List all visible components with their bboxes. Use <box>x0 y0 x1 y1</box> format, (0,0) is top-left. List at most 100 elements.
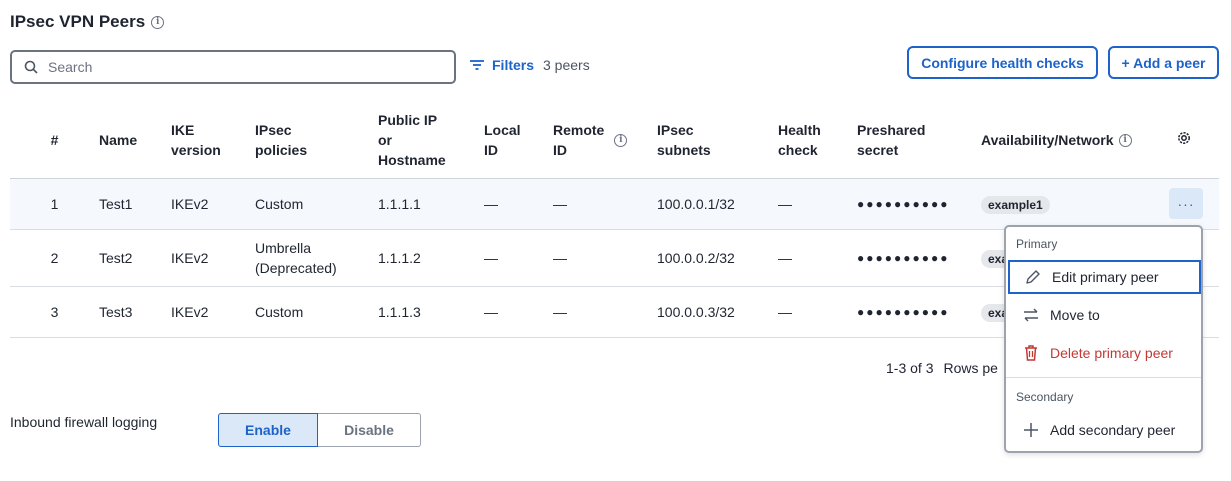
cell-health: — <box>778 229 857 287</box>
delete-primary-peer-label: Delete primary peer <box>1050 345 1173 361</box>
col-header-secret-l2: secret <box>857 142 899 159</box>
search-icon <box>22 58 40 76</box>
menu-section-secondary: Secondary <box>1016 390 1074 404</box>
cell-remote-id: — <box>553 286 657 338</box>
cell-local-id: — <box>484 229 553 287</box>
col-header-local-id[interactable]: Local ID <box>484 103 553 179</box>
col-header-ipsec-policies-l1: IPsec <box>255 122 292 139</box>
cell-remote-id: — <box>553 229 657 287</box>
cell-secret: ●●●●●●●●●● <box>857 178 981 230</box>
cell-policies-l1: Custom <box>255 195 304 212</box>
col-header-availability-text: Availability/Network <box>981 132 1114 149</box>
search-box[interactable] <box>10 50 456 84</box>
cell-subnets: 100.0.0.2/32 <box>657 229 778 287</box>
col-header-ike[interactable]: IKE version <box>171 103 255 179</box>
cell-subnets: 100.0.0.1/32 <box>657 178 778 230</box>
add-secondary-peer-item[interactable]: Add secondary peer <box>1008 413 1201 447</box>
col-header-name[interactable]: Name <box>99 103 171 179</box>
col-header-public-ip-l1: Public IP <box>378 112 438 129</box>
add-peer-button[interactable]: + Add a peer <box>1108 46 1219 79</box>
col-header-ipsec-policies-l2: policies <box>255 142 308 159</box>
cell-ike: IKEv2 <box>171 229 255 287</box>
add-secondary-peer-label: Add secondary peer <box>1050 422 1176 438</box>
cell-subnets: 100.0.0.3/32 <box>657 286 778 338</box>
cell-name: Test1 <box>99 178 171 230</box>
col-header-ike-l2: version <box>171 142 221 159</box>
network-chip: example1 <box>981 195 1050 214</box>
cell-actions: ··· <box>1169 178 1219 230</box>
col-header-local-id-l1: Local <box>484 122 521 139</box>
peer-count: 3 peers <box>543 57 590 73</box>
filter-icon <box>468 56 486 74</box>
menu-divider <box>1006 377 1201 378</box>
col-header-public-ip[interactable]: Public IP or Hostname <box>378 103 484 179</box>
trash-icon <box>1022 344 1040 362</box>
cell-remote-id: — <box>553 178 657 230</box>
col-header-public-ip-l2: or <box>378 132 392 149</box>
page-title-text: IPsec VPN Peers <box>10 12 146 31</box>
cell-public-ip: 1.1.1.2 <box>378 229 484 287</box>
cell-num: 2 <box>10 229 99 287</box>
col-header-ike-l1: IKE <box>171 122 195 139</box>
move-to-label: Move to <box>1050 307 1100 323</box>
col-header-ipsec-policies[interactable]: IPsec policies <box>255 103 378 179</box>
availability-info-icon[interactable]: i <box>1118 133 1132 147</box>
col-header-ipsec-subnets-l1: IPsec <box>657 122 694 139</box>
cell-public-ip: 1.1.1.3 <box>378 286 484 338</box>
inbound-firewall-logging-label: Inbound firewall logging <box>10 414 158 430</box>
col-header-preshared-secret[interactable]: Preshared secret <box>857 103 981 179</box>
pagination-range: 1-3 of 3 <box>886 360 934 376</box>
cell-ike: IKEv2 <box>171 286 255 338</box>
cell-secret: ●●●●●●●●●● <box>857 229 981 287</box>
cell-local-id: — <box>484 178 553 230</box>
disable-button[interactable]: Disable <box>318 413 421 447</box>
table-row[interactable]: 1 Test1 IKEv2 Custom 1.1.1.1 — — 100.0.0… <box>10 178 1219 230</box>
cell-local-id: — <box>484 286 553 338</box>
col-header-availability[interactable]: Availability/Network i <box>981 103 1169 179</box>
cell-num: 3 <box>10 286 99 338</box>
col-header-ipsec-subnets-l2: subnets <box>657 142 711 159</box>
move-to-item[interactable]: Move to <box>1008 298 1201 332</box>
cell-health: — <box>778 286 857 338</box>
cell-secret: ●●●●●●●●●● <box>857 286 981 338</box>
col-header-health-l1: Health <box>778 122 821 139</box>
cell-policies-l1: Custom <box>255 303 304 320</box>
cell-policies-l2: (Deprecated) <box>255 259 337 276</box>
col-header-public-ip-l3: Hostname <box>378 152 446 169</box>
col-header-remote-id-l1: Remote <box>553 122 605 139</box>
remote-id-info-icon[interactable]: i <box>614 133 628 147</box>
edit-primary-peer-label: Edit primary peer <box>1052 269 1159 285</box>
edit-primary-peer-item[interactable]: Edit primary peer <box>1008 260 1201 294</box>
configure-health-checks-button[interactable]: Configure health checks <box>907 46 1098 79</box>
pencil-icon <box>1024 268 1042 286</box>
delete-primary-peer-item[interactable]: Delete primary peer <box>1008 336 1201 370</box>
cell-name: Test3 <box>99 286 171 338</box>
col-header-health-check[interactable]: Health check <box>778 103 857 179</box>
cell-num: 1 <box>10 178 99 230</box>
filters-button[interactable]: Filters <box>468 56 534 74</box>
page-title: IPsec VPN Peers i <box>10 12 165 32</box>
cell-policies: Umbrella (Deprecated) <box>255 229 378 287</box>
col-header-settings[interactable] <box>1169 103 1219 179</box>
col-header-ipsec-subnets[interactable]: IPsec subnets <box>657 103 778 179</box>
col-header-secret-l1: Preshared <box>857 122 926 139</box>
settings-gear-icon[interactable] <box>1175 129 1193 147</box>
firewall-logging-toggle: Enable Disable <box>218 413 421 447</box>
col-header-num[interactable]: # <box>10 103 99 179</box>
cell-ike: IKEv2 <box>171 178 255 230</box>
plus-icon <box>1022 421 1040 439</box>
row-actions-menu: Primary Edit primary peer Move to Delete… <box>1004 225 1203 453</box>
cell-health: — <box>778 178 857 230</box>
search-input[interactable] <box>48 59 428 75</box>
menu-section-primary: Primary <box>1016 237 1058 251</box>
col-header-remote-id[interactable]: Remote ID i <box>553 103 657 179</box>
info-icon[interactable]: i <box>151 15 165 29</box>
table-header-row: # Name IKE version IPsec policies Public… <box>10 103 1219 179</box>
cell-public-ip: 1.1.1.1 <box>378 178 484 230</box>
enable-button[interactable]: Enable <box>218 413 318 447</box>
cell-name: Test2 <box>99 229 171 287</box>
cell-policies: Custom <box>255 286 378 338</box>
col-header-health-l2: check <box>778 142 818 159</box>
filters-label: Filters <box>492 57 535 73</box>
row-more-actions-button[interactable]: ··· <box>1169 188 1203 219</box>
